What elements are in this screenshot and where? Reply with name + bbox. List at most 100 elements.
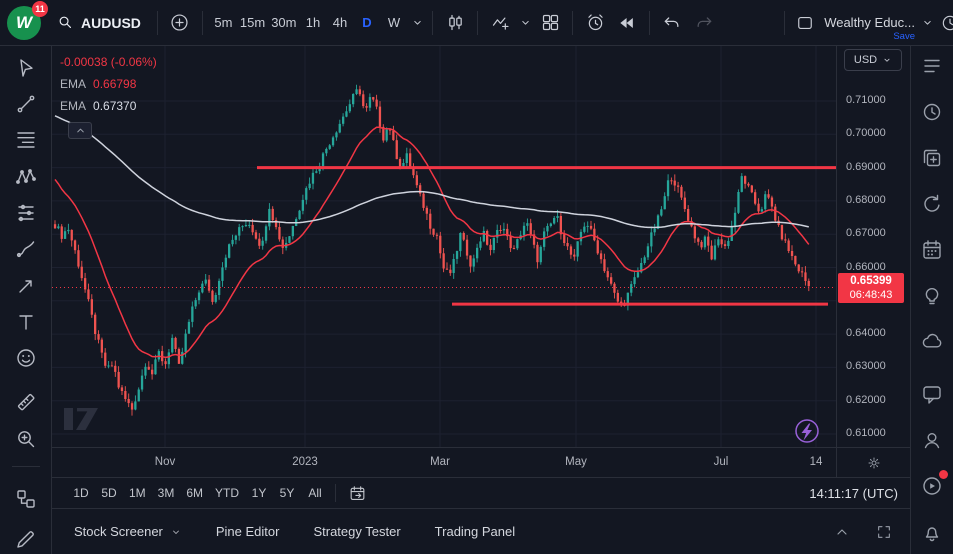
chart-style-button[interactable]: [440, 8, 470, 38]
ema-value: 0.67370: [93, 99, 136, 113]
divider: [649, 11, 650, 35]
app-logo[interactable]: W 11: [2, 1, 46, 45]
tab-strategy-tester[interactable]: Strategy Tester: [313, 517, 400, 547]
tool-brush[interactable]: [11, 235, 41, 264]
chat-cloud-button[interactable]: [919, 329, 945, 355]
chart-region: -0.00038 (-0.06%) EMA0.66798 EMA0.67370 …: [52, 46, 910, 554]
top-toolbar: W 11 AUDUSD 5m15m30m1h4hDW: [0, 0, 953, 46]
candlestick-icon: [445, 12, 466, 33]
legend-collapse-button[interactable]: [68, 122, 92, 139]
range-3m[interactable]: 3M: [153, 481, 180, 505]
layout-name-button[interactable]: Wealthy Educ... Save: [820, 6, 919, 40]
text-icon: [14, 310, 38, 334]
range-6m[interactable]: 6M: [181, 481, 208, 505]
tool-cursor[interactable]: [11, 53, 41, 82]
panel-maximize-button[interactable]: [872, 520, 896, 544]
notification-dot: [939, 470, 948, 479]
interval-4h[interactable]: 4h: [326, 9, 353, 37]
interval-menu-caret[interactable]: [409, 8, 425, 38]
tool-long-position[interactable]: [11, 198, 41, 227]
interval-5m[interactable]: 5m: [210, 9, 237, 37]
alert-button[interactable]: [580, 8, 610, 38]
price-tick: 0.62000: [846, 394, 886, 406]
range-1y[interactable]: 1Y: [246, 481, 272, 505]
tab-stock-screener[interactable]: Stock Screener: [74, 517, 182, 547]
alarm-clock-icon: [585, 12, 606, 33]
chart-legend: -0.00038 (-0.06%) EMA0.66798 EMA0.67370: [60, 51, 157, 139]
widget-sidebar: [910, 46, 953, 554]
layout-button[interactable]: [790, 8, 820, 38]
undo-button[interactable]: [657, 8, 687, 38]
range-1d[interactable]: 1D: [68, 481, 94, 505]
interval-15m[interactable]: 15m: [237, 9, 268, 37]
tool-ruler[interactable]: [11, 388, 41, 417]
divider: [12, 466, 40, 467]
range-5d[interactable]: 5D: [96, 481, 122, 505]
tool-xabcd-pattern[interactable]: [11, 162, 41, 191]
interval-1h[interactable]: 1h: [299, 9, 326, 37]
tool-fib-retracement[interactable]: [11, 126, 41, 155]
last-price-label: 0.65399 06:48:43: [838, 273, 904, 303]
symbol-search-button[interactable]: AUDUSD: [48, 7, 150, 39]
currency-selector[interactable]: USD: [844, 49, 902, 71]
indicators-button[interactable]: [485, 8, 515, 38]
range-1m[interactable]: 1M: [124, 481, 151, 505]
tool-drawing-templates[interactable]: [11, 525, 41, 554]
tool-object-tree[interactable]: [11, 484, 41, 513]
interval-W[interactable]: W: [380, 9, 407, 37]
messages-button[interactable]: [919, 381, 945, 407]
calendar-icon: [348, 484, 367, 503]
streams-button[interactable]: [919, 473, 945, 499]
notifications-button[interactable]: [919, 519, 945, 545]
interval-30m[interactable]: 30m: [268, 9, 299, 37]
alerts-icon: [920, 100, 944, 124]
tab-pine-editor[interactable]: Pine Editor: [216, 517, 280, 547]
price-chart[interactable]: [52, 46, 836, 447]
support-button[interactable]: [919, 427, 945, 453]
tool-text[interactable]: [11, 307, 41, 336]
price-tick: 0.69000: [846, 161, 886, 173]
hotlists-button[interactable]: [919, 145, 945, 171]
tool-zoom[interactable]: [11, 424, 41, 453]
xabcd-pattern-icon: [14, 165, 38, 189]
tool-trend-line[interactable]: [11, 89, 41, 118]
time-axis[interactable]: Nov2023MarMayJul14: [52, 447, 910, 477]
range-all[interactable]: All: [302, 481, 328, 505]
alerts-button[interactable]: [919, 99, 945, 125]
compare-add-symbol-button[interactable]: [165, 8, 195, 38]
interval-D[interactable]: D: [353, 9, 380, 37]
bar-replay-button[interactable]: [612, 8, 642, 38]
range-ytd[interactable]: YTD: [210, 481, 244, 505]
ideas-button[interactable]: [919, 283, 945, 309]
indicators-icon: [490, 12, 511, 33]
panel-collapse-button[interactable]: [830, 520, 854, 544]
ema-legend-row[interactable]: EMA0.67370: [60, 95, 157, 117]
price-tick: 0.66000: [846, 261, 886, 273]
utc-clock[interactable]: 14:11:17 (UTC): [809, 486, 898, 501]
redo-button[interactable]: [689, 8, 719, 38]
chevron-down-icon: [882, 55, 892, 65]
ema-legend-row[interactable]: EMA0.66798: [60, 73, 157, 95]
clock-button[interactable]: [935, 8, 953, 38]
refresh-button[interactable]: [919, 191, 945, 217]
economic-calendar-button[interactable]: [919, 237, 945, 263]
brush-icon: [14, 237, 38, 261]
go-to-date-button[interactable]: [343, 480, 371, 506]
ideas-icon: [920, 284, 944, 308]
plus-circle-icon: [169, 12, 190, 33]
layout-caret[interactable]: [919, 8, 935, 38]
price-tick: 0.64000: [846, 327, 886, 339]
watchlist-button[interactable]: [919, 53, 945, 79]
price-axis[interactable]: USD 0.710000.700000.690000.680000.670000…: [836, 46, 910, 477]
indicators-caret[interactable]: [517, 8, 533, 38]
save-link[interactable]: Save: [893, 31, 915, 42]
divider: [432, 11, 433, 35]
tab-label: Trading Panel: [435, 524, 515, 539]
ruler-icon: [14, 390, 38, 414]
tool-arrow-marker[interactable]: [11, 271, 41, 300]
tool-emoji[interactable]: [11, 344, 41, 373]
range-5y[interactable]: 5Y: [274, 481, 300, 505]
grid-layout-button[interactable]: [535, 8, 565, 38]
tabs-group: Stock Screener Pine Editor Strategy Tester…: [74, 517, 515, 547]
tab-trading-panel[interactable]: Trading Panel: [435, 517, 515, 547]
